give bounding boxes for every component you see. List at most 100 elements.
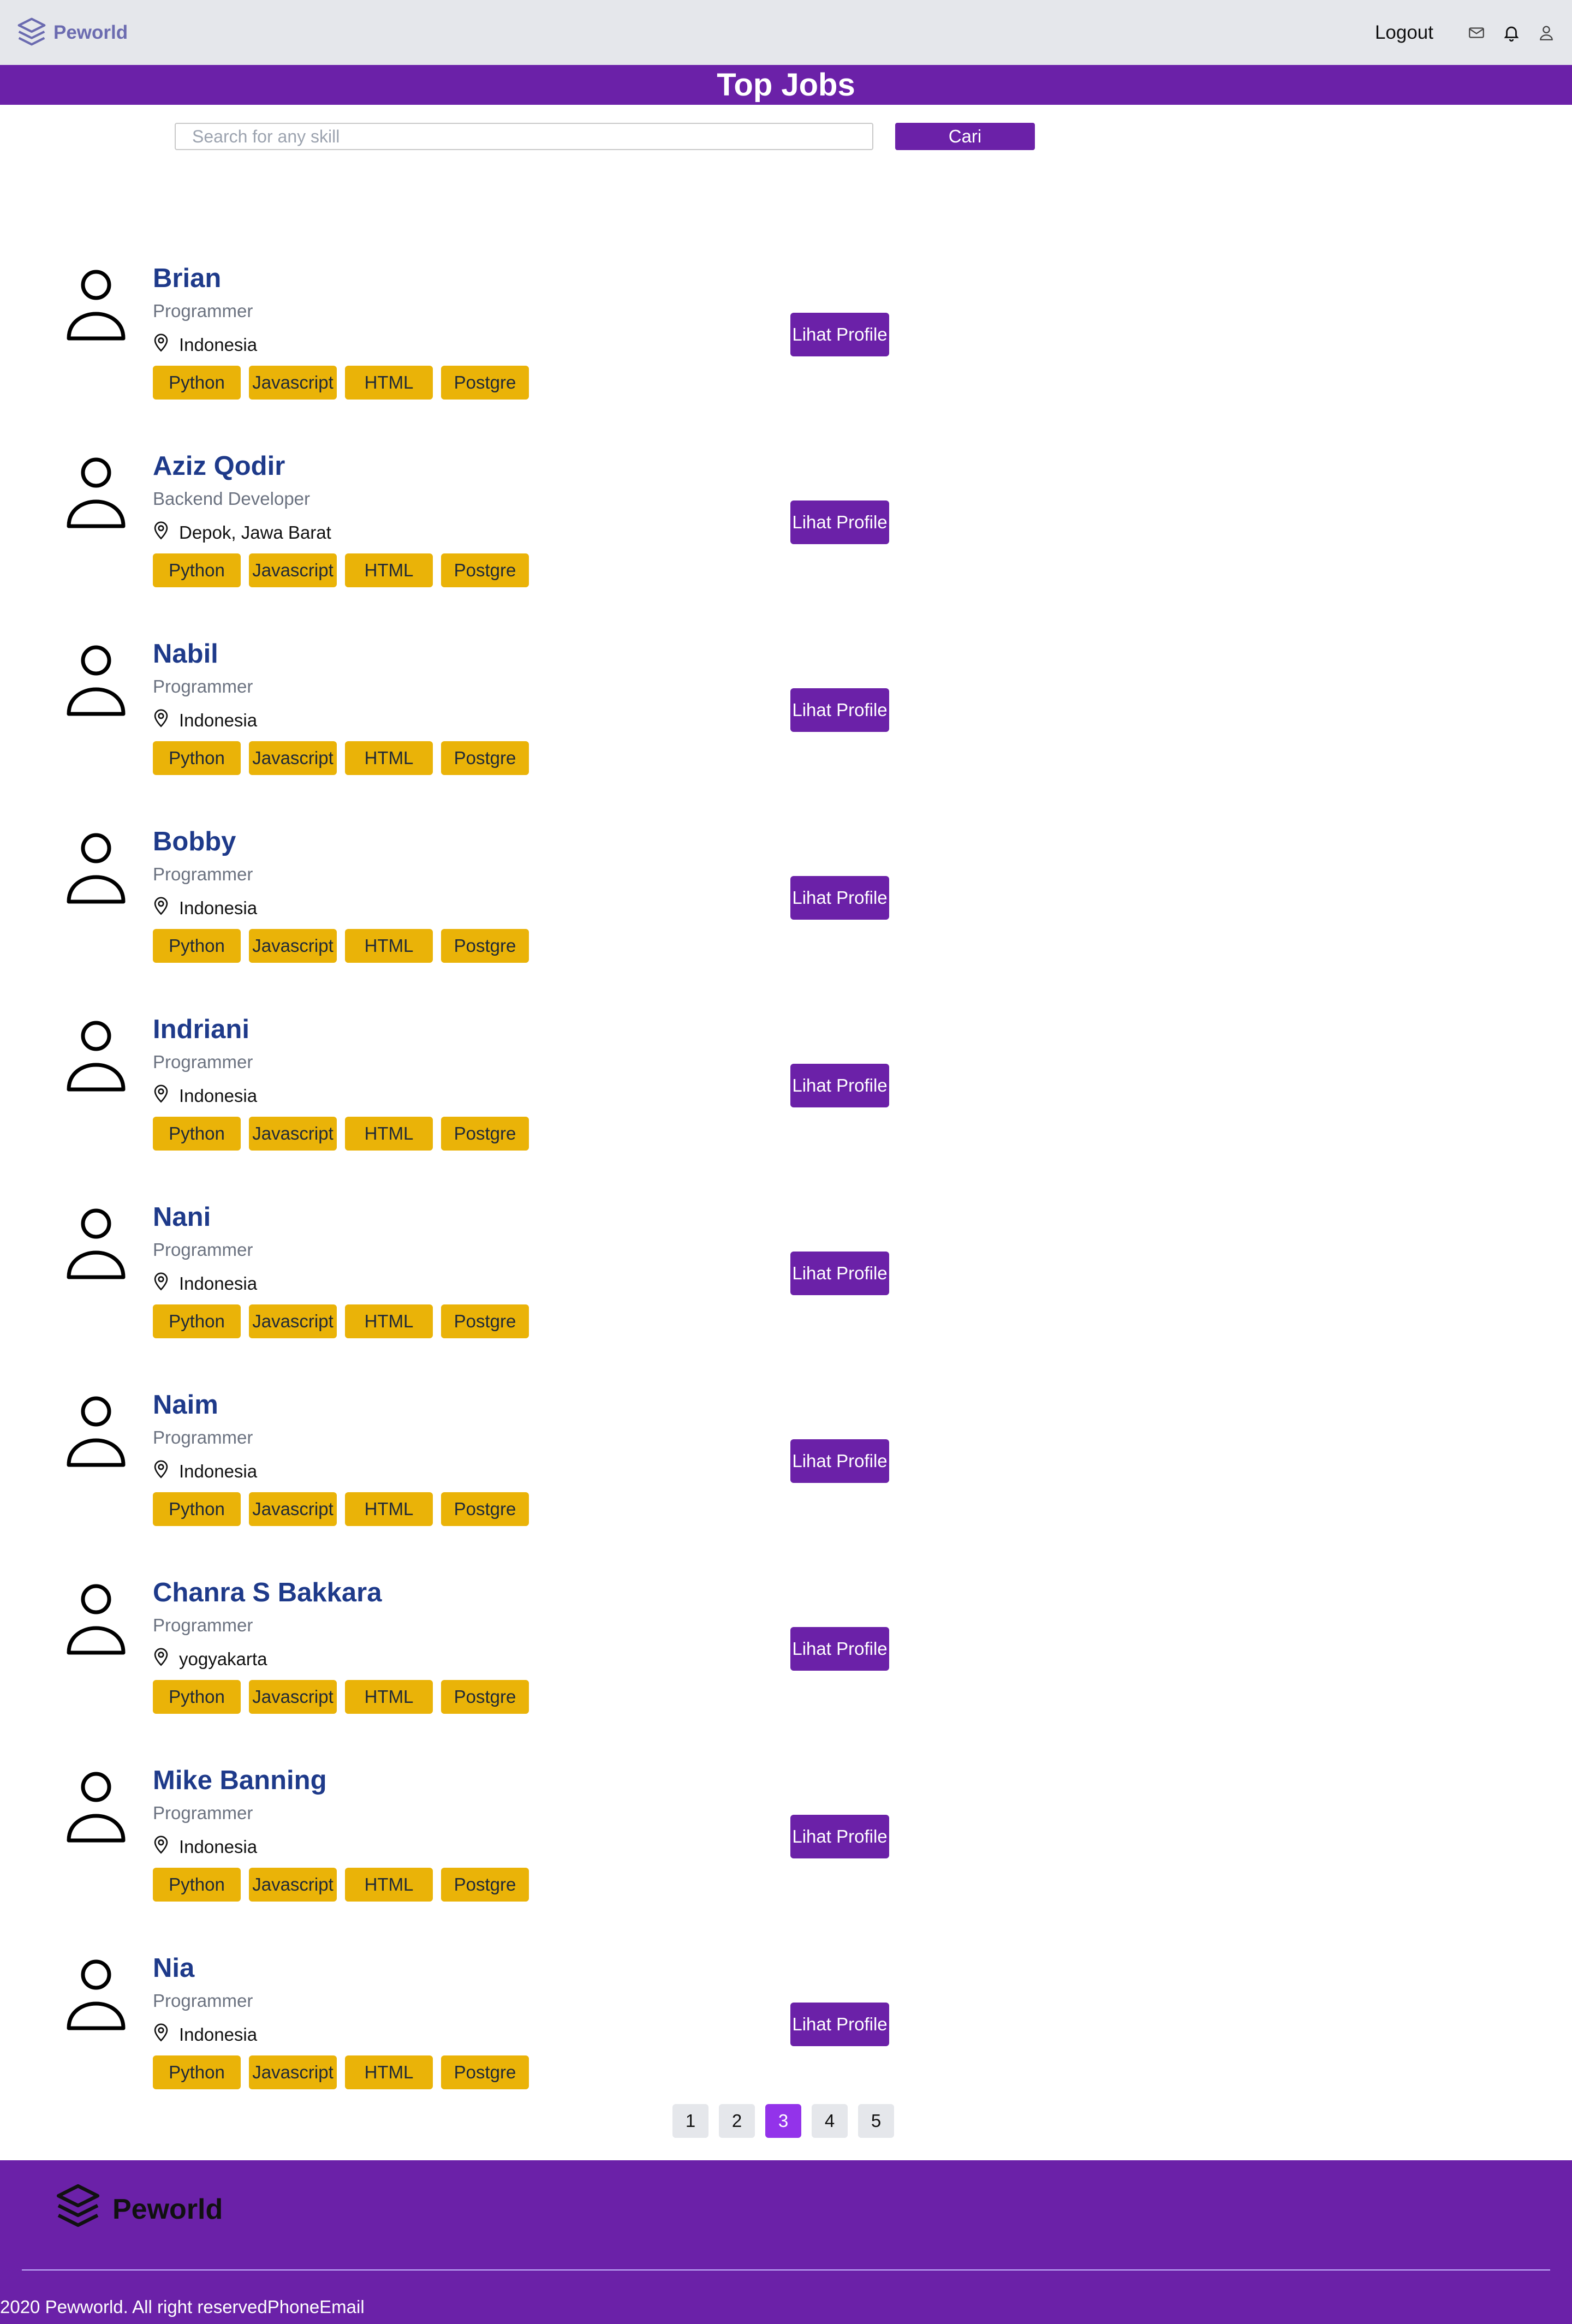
candidate-name[interactable]: Nani — [153, 1201, 211, 1233]
map-pin-icon — [153, 1836, 179, 1858]
skill-tag: HTML — [345, 553, 433, 587]
skill-tag: Python — [153, 1117, 241, 1151]
view-profile-button[interactable]: Lihat Profile — [790, 1439, 889, 1483]
search-button[interactable]: Cari — [895, 123, 1035, 150]
skill-list: Python Javascript HTML Postgre — [153, 1304, 537, 1338]
search-input[interactable] — [175, 123, 873, 150]
skill-tag: HTML — [345, 1304, 433, 1338]
avatar-icon — [66, 1769, 127, 1846]
candidate-name[interactable]: Bobby — [153, 825, 236, 858]
bell-icon[interactable] — [1502, 23, 1521, 42]
candidate-name[interactable]: Nabil — [153, 637, 218, 670]
layers-logo-icon — [55, 2182, 102, 2236]
avatar-icon — [66, 643, 127, 719]
map-pin-icon — [153, 1272, 179, 1295]
user-icon[interactable] — [1537, 23, 1556, 42]
view-profile-button[interactable]: Lihat Profile — [790, 1252, 889, 1295]
skill-tag: Javascript — [249, 1304, 337, 1338]
page-button[interactable]: 3 — [765, 2104, 801, 2138]
skill-list: Python Javascript HTML Postgre — [153, 1868, 537, 1902]
candidate-location: Indonesia — [153, 1272, 257, 1295]
map-pin-icon — [153, 1084, 179, 1107]
candidate-title: Backend Developer — [153, 488, 311, 509]
candidate-card: Nia Programmer Indonesia Python Javascript HT… — [0, 1952, 1572, 2094]
skill-tag: Postgre — [441, 1492, 529, 1526]
page-button[interactable]: 1 — [672, 2104, 708, 2138]
candidate-title: Programmer — [153, 864, 253, 884]
candidate-card: Nabil Programmer Indonesia Python Javascript… — [0, 637, 1572, 779]
skill-tag: Python — [153, 929, 241, 963]
location-text: Indonesia — [179, 898, 258, 918]
skill-tag: Python — [153, 1680, 241, 1714]
skill-tag: HTML — [345, 366, 433, 400]
page-button[interactable]: 4 — [812, 2104, 848, 2138]
candidate-name[interactable]: Mike Banning — [153, 1764, 327, 1797]
candidate-name[interactable]: Chanra S Bakkara — [153, 1576, 382, 1609]
avatar-icon — [66, 1582, 127, 1658]
view-profile-button[interactable]: Lihat Profile — [790, 500, 889, 544]
footer-brand-name: Peworld — [112, 2193, 223, 2225]
page-button[interactable]: 2 — [719, 2104, 755, 2138]
candidate-name[interactable]: Aziz Qodir — [153, 450, 285, 482]
view-profile-button[interactable]: Lihat Profile — [790, 876, 889, 920]
map-pin-icon — [153, 2023, 179, 2046]
map-pin-icon — [153, 1648, 179, 1671]
skill-tag: Javascript — [249, 929, 337, 963]
footer-divider — [22, 2269, 1550, 2271]
skill-tag: Javascript — [249, 1868, 337, 1902]
view-profile-button[interactable]: Lihat Profile — [790, 1064, 889, 1107]
mail-icon[interactable] — [1467, 23, 1486, 42]
page-header: Top Jobs — [0, 65, 1572, 105]
skill-tag: HTML — [345, 929, 433, 963]
location-text: yogyakarta — [179, 1649, 267, 1669]
skill-tag: Python — [153, 366, 241, 400]
skill-list: Python Javascript HTML Postgre — [153, 366, 537, 400]
candidate-name[interactable]: Naim — [153, 1389, 218, 1421]
candidate-name[interactable]: Brian — [153, 262, 221, 295]
skill-tag: Javascript — [249, 741, 337, 775]
candidate-title: Programmer — [153, 1615, 253, 1635]
skill-list: Python Javascript HTML Postgre — [153, 929, 537, 963]
view-profile-button[interactable]: Lihat Profile — [790, 1815, 889, 1858]
skill-tag: Postgre — [441, 929, 529, 963]
candidate-card: Mike Banning Programmer Indonesia Python Jav… — [0, 1764, 1572, 1906]
avatar-icon — [66, 1018, 127, 1095]
skill-list: Python Javascript HTML Postgre — [153, 741, 537, 775]
skill-tag: HTML — [345, 1868, 433, 1902]
skill-tag: Python — [153, 553, 241, 587]
skill-tag: Postgre — [441, 741, 529, 775]
skill-tag: HTML — [345, 1117, 433, 1151]
brand-logo[interactable]: Peworld — [16, 16, 128, 49]
skill-tag: Postgre — [441, 1304, 529, 1338]
view-profile-button[interactable]: Lihat Profile — [790, 2003, 889, 2046]
footer-brand[interactable]: Peworld — [44, 2182, 223, 2236]
view-profile-button[interactable]: Lihat Profile — [790, 313, 889, 356]
location-text: Indonesia — [179, 710, 258, 730]
skill-tag: Javascript — [249, 1117, 337, 1151]
view-profile-button[interactable]: Lihat Profile — [790, 688, 889, 732]
skill-tag: Postgre — [441, 1680, 529, 1714]
top-navbar: Peworld Logout — [0, 0, 1572, 65]
candidate-title: Programmer — [153, 1991, 253, 2011]
candidate-location: Indonesia — [153, 1836, 257, 1858]
avatar-icon — [66, 1206, 127, 1283]
candidate-location: Indonesia — [153, 709, 258, 731]
nav-actions: Logout — [1375, 16, 1556, 49]
candidate-name[interactable]: Nia — [153, 1952, 194, 1985]
candidate-location: Indonesia — [153, 2023, 257, 2046]
skill-list: Python Javascript HTML Postgre — [153, 2055, 537, 2089]
candidate-name[interactable]: Indriani — [153, 1013, 249, 1046]
candidate-title: Programmer — [153, 676, 253, 696]
location-text: Indonesia — [179, 1837, 258, 1857]
candidate-title: Programmer — [153, 1052, 253, 1072]
view-profile-button[interactable]: Lihat Profile — [790, 1627, 889, 1671]
skill-tag: Python — [153, 2055, 241, 2089]
candidate-card: Chanra S Bakkara Programmer yogyakarta Pyth… — [0, 1576, 1572, 1718]
page-button[interactable]: 5 — [858, 2104, 894, 2138]
logout-link[interactable]: Logout — [1375, 22, 1433, 44]
skill-tag: Javascript — [249, 553, 337, 587]
skill-tag: Javascript — [249, 1492, 337, 1526]
skill-tag: Javascript — [249, 366, 337, 400]
candidate-location: Indonesia — [153, 1460, 257, 1482]
skill-tag: Postgre — [441, 366, 529, 400]
